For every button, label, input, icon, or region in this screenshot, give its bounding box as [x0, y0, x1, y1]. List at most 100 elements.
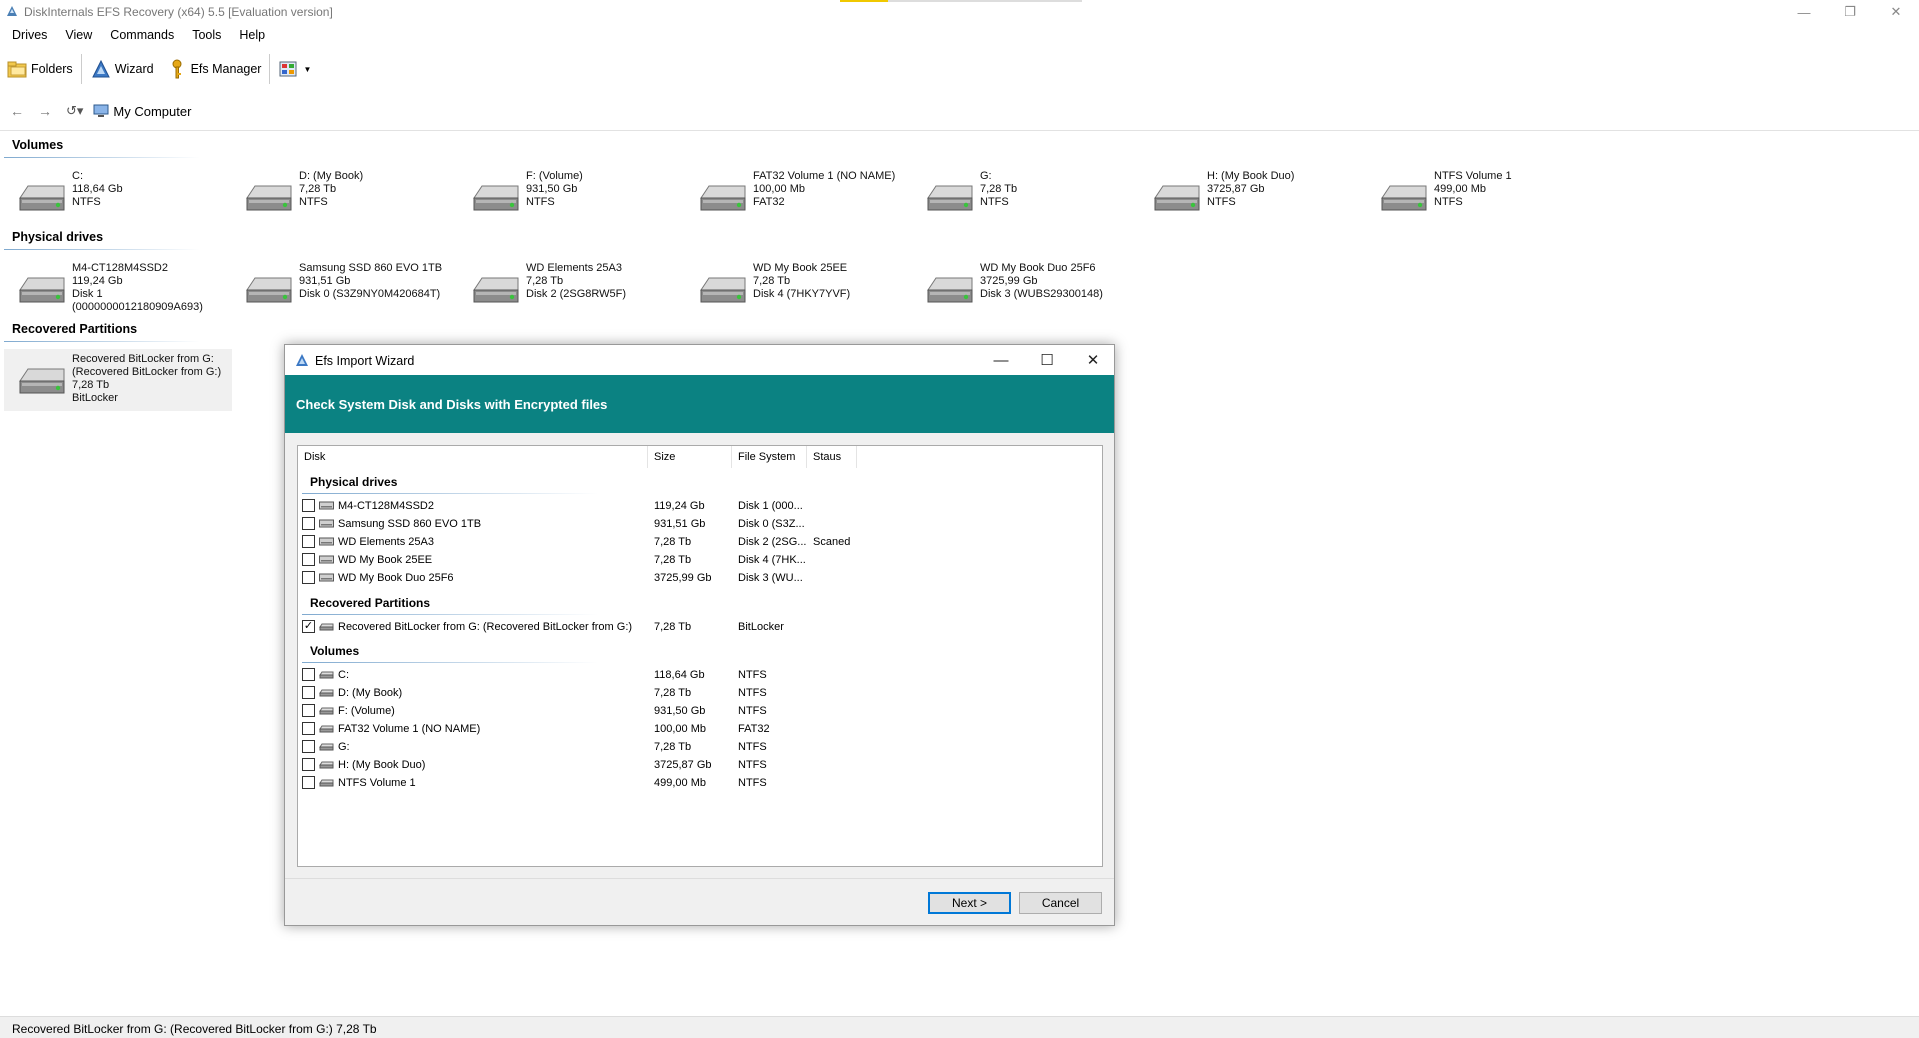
disk-list-row[interactable]: FAT32 Volume 1 (NO NAME) 100,00 Mb FAT32	[298, 720, 1098, 738]
physical-drive-tile[interactable]: M4-CT128M4SSD2 119,24 Gb Disk 1 (0000000012…	[4, 258, 232, 320]
row-file-system: NTFS	[738, 687, 767, 699]
volume-line: 100,00 Mb	[753, 183, 805, 195]
volume-tile[interactable]: C: 118,64 Gb NTFS	[4, 166, 232, 228]
location-label[interactable]: My Computer	[113, 104, 191, 119]
disk-list-row[interactable]: WD My Book 25EE 7,28 Tb Disk 4 (7HK...	[298, 551, 1098, 569]
disk-list-row[interactable]: F: (Volume) 931,50 Gb NTFS	[298, 702, 1098, 720]
menu-view[interactable]: View	[59, 24, 98, 46]
disk-list-row[interactable]: H: (My Book Duo) 3725,87 Gb NTFS	[298, 756, 1098, 774]
folders-label: Folders	[31, 62, 73, 76]
column-file-system[interactable]: File System	[732, 446, 807, 468]
disk-list-row[interactable]: NTFS Volume 1 499,00 Mb NTFS	[298, 774, 1098, 792]
row-checkbox[interactable]	[302, 722, 315, 735]
hard-drive-icon	[473, 185, 519, 211]
row-checkbox[interactable]	[302, 758, 315, 771]
volume-tile[interactable]: D: (My Book) 7,28 Tb NTFS	[231, 166, 459, 228]
row-checkbox[interactable]	[302, 686, 315, 699]
folders-button[interactable]: Folders	[0, 54, 79, 84]
row-size: 7,28 Tb	[654, 536, 692, 548]
disk-list-row[interactable]: G: 7,28 Tb NTFS	[298, 738, 1098, 756]
dialog-maximize-icon[interactable]: ☐	[1024, 345, 1070, 375]
row-file-system: BitLocker	[738, 621, 784, 633]
disk-list-row[interactable]: WD My Book Duo 25F6 3725,99 Gb Disk 3 (WU.…	[298, 569, 1098, 587]
wizard-button[interactable]: Wizard	[84, 54, 160, 84]
menu-help[interactable]: Help	[233, 24, 271, 46]
efs-manager-button[interactable]: Efs Manager	[160, 54, 268, 84]
row-checkbox[interactable]	[302, 571, 315, 584]
volume-info: G: 7,28 Tb NTFS	[980, 166, 1017, 228]
hard-drive-icon	[700, 185, 746, 211]
disk-list-row[interactable]: WD Elements 25A3 7,28 Tb Disk 2 (2SG... Sca…	[298, 533, 1098, 551]
row-size: 931,51 Gb	[654, 518, 706, 530]
close-icon[interactable]: ✕	[1873, 0, 1919, 24]
restore-icon[interactable]: ❐	[1827, 0, 1873, 24]
column-size[interactable]: Size	[648, 446, 732, 468]
row-name: Samsung SSD 860 EVO 1TB	[338, 518, 482, 530]
disk-list-row[interactable]: ✓ Recovered BitLocker from G: (Recovered …	[298, 618, 1098, 636]
cancel-button[interactable]: Cancel	[1019, 892, 1102, 914]
recovered-partition-tile[interactable]: Recovered BitLocker from G: (Recovered Bi…	[4, 349, 232, 411]
view-mode-button[interactable]: ▼	[272, 54, 317, 84]
disk-list-row[interactable]: C: 118,64 Gb NTFS	[298, 666, 1098, 684]
volume-tile[interactable]: FAT32 Volume 1 (NO NAME) 100,00 Mb FAT32	[685, 166, 913, 228]
physical-drive-tile[interactable]: Samsung SSD 860 EVO 1TB 931,51 Gb Disk 0 (…	[231, 258, 459, 320]
row-checkbox[interactable]	[302, 535, 315, 548]
back-arrow-icon[interactable]: ←	[6, 101, 28, 121]
dialog-close-icon[interactable]: ✕	[1070, 345, 1116, 375]
group-physical-drives: Physical drives	[310, 475, 398, 489]
volume-tile[interactable]: NTFS Volume 1 499,00 Mb NTFS	[1366, 166, 1594, 228]
section-volumes-title: Volumes	[12, 138, 64, 152]
menu-drives[interactable]: Drives	[0, 24, 53, 46]
physical-drive-line: WD Elements 25A3	[526, 262, 622, 274]
row-checkbox[interactable]	[302, 517, 315, 530]
dialog-title: Efs Import Wizard	[315, 354, 415, 368]
row-checkbox[interactable]	[302, 776, 315, 789]
volume-tile[interactable]: H: (My Book Duo) 3725,87 Gb NTFS	[1139, 166, 1367, 228]
toolbar-separator	[80, 54, 82, 84]
status-bar: Recovered BitLocker from G: (Recovered B…	[0, 1016, 1919, 1038]
volume-icon	[319, 707, 334, 715]
my-computer-icon	[93, 104, 109, 117]
menu-tools[interactable]: Tools	[186, 24, 227, 46]
row-file-system: NTFS	[738, 705, 767, 717]
disk-list-row[interactable]: M4-CT128M4SSD2 119,24 Gb Disk 1 (000...	[298, 497, 1098, 515]
row-name: WD My Book Duo 25F6	[338, 572, 454, 584]
volume-line: G:	[980, 170, 992, 182]
row-checkbox[interactable]	[302, 499, 315, 512]
row-size: 3725,87 Gb	[654, 759, 712, 771]
next-button[interactable]: Next >	[928, 892, 1011, 914]
row-checkbox[interactable]	[302, 704, 315, 717]
dialog-title-bar: Efs Import Wizard — ☐ ✕	[285, 345, 1114, 375]
dialog-minimize-icon[interactable]: —	[978, 345, 1024, 375]
physical-drive-line: Disk 3 (WUBS29300148)	[980, 288, 1103, 300]
row-checkbox[interactable]	[302, 553, 315, 566]
history-icon[interactable]: ↺▾	[66, 103, 83, 119]
physical-drive-tile[interactable]: WD Elements 25A3 7,28 Tb Disk 2 (2SG8RW5F)	[458, 258, 686, 320]
section-physical-title: Physical drives	[12, 230, 104, 244]
volume-line: H: (My Book Duo)	[1207, 170, 1295, 182]
minimize-icon[interactable]: —	[1781, 0, 1827, 24]
volume-tile[interactable]: F: (Volume) 931,50 Gb NTFS	[458, 166, 686, 228]
recovered-partition-line: BitLocker	[72, 392, 118, 404]
volume-line: 3725,87 Gb	[1207, 183, 1265, 195]
disk-list-row[interactable]: D: (My Book) 7,28 Tb NTFS	[298, 684, 1098, 702]
row-size: 100,00 Mb	[654, 723, 706, 735]
volume-tile[interactable]: G: 7,28 Tb NTFS	[912, 166, 1140, 228]
wizard-icon	[91, 59, 110, 78]
row-checkbox[interactable]: ✓	[302, 620, 315, 633]
physical-drive-tile[interactable]: WD My Book 25EE 7,28 Tb Disk 4 (7HKY7YVF)	[685, 258, 913, 320]
physical-drive-line: 3725,99 Gb	[980, 275, 1038, 287]
row-file-system: Disk 0 (S3Z...	[738, 518, 805, 530]
disk-list-row[interactable]: Samsung SSD 860 EVO 1TB 931,51 Gb Disk 0 (…	[298, 515, 1098, 533]
volume-line: F: (Volume)	[526, 170, 583, 182]
forward-arrow-icon[interactable]: →	[34, 101, 56, 121]
menu-commands[interactable]: Commands	[104, 24, 180, 46]
physical-drive-line: Disk 2 (2SG8RW5F)	[526, 288, 627, 300]
row-checkbox[interactable]	[302, 740, 315, 753]
row-file-system: Disk 4 (7HK...	[738, 554, 806, 566]
row-checkbox[interactable]	[302, 668, 315, 681]
column-status[interactable]: Staus	[807, 446, 857, 468]
disk-list[interactable]: Disk Size File System Staus Physical dri…	[297, 445, 1103, 867]
physical-drive-tile[interactable]: WD My Book Duo 25F6 3725,99 Gb Disk 3 (WUB…	[912, 258, 1140, 320]
column-disk[interactable]: Disk	[298, 446, 648, 468]
